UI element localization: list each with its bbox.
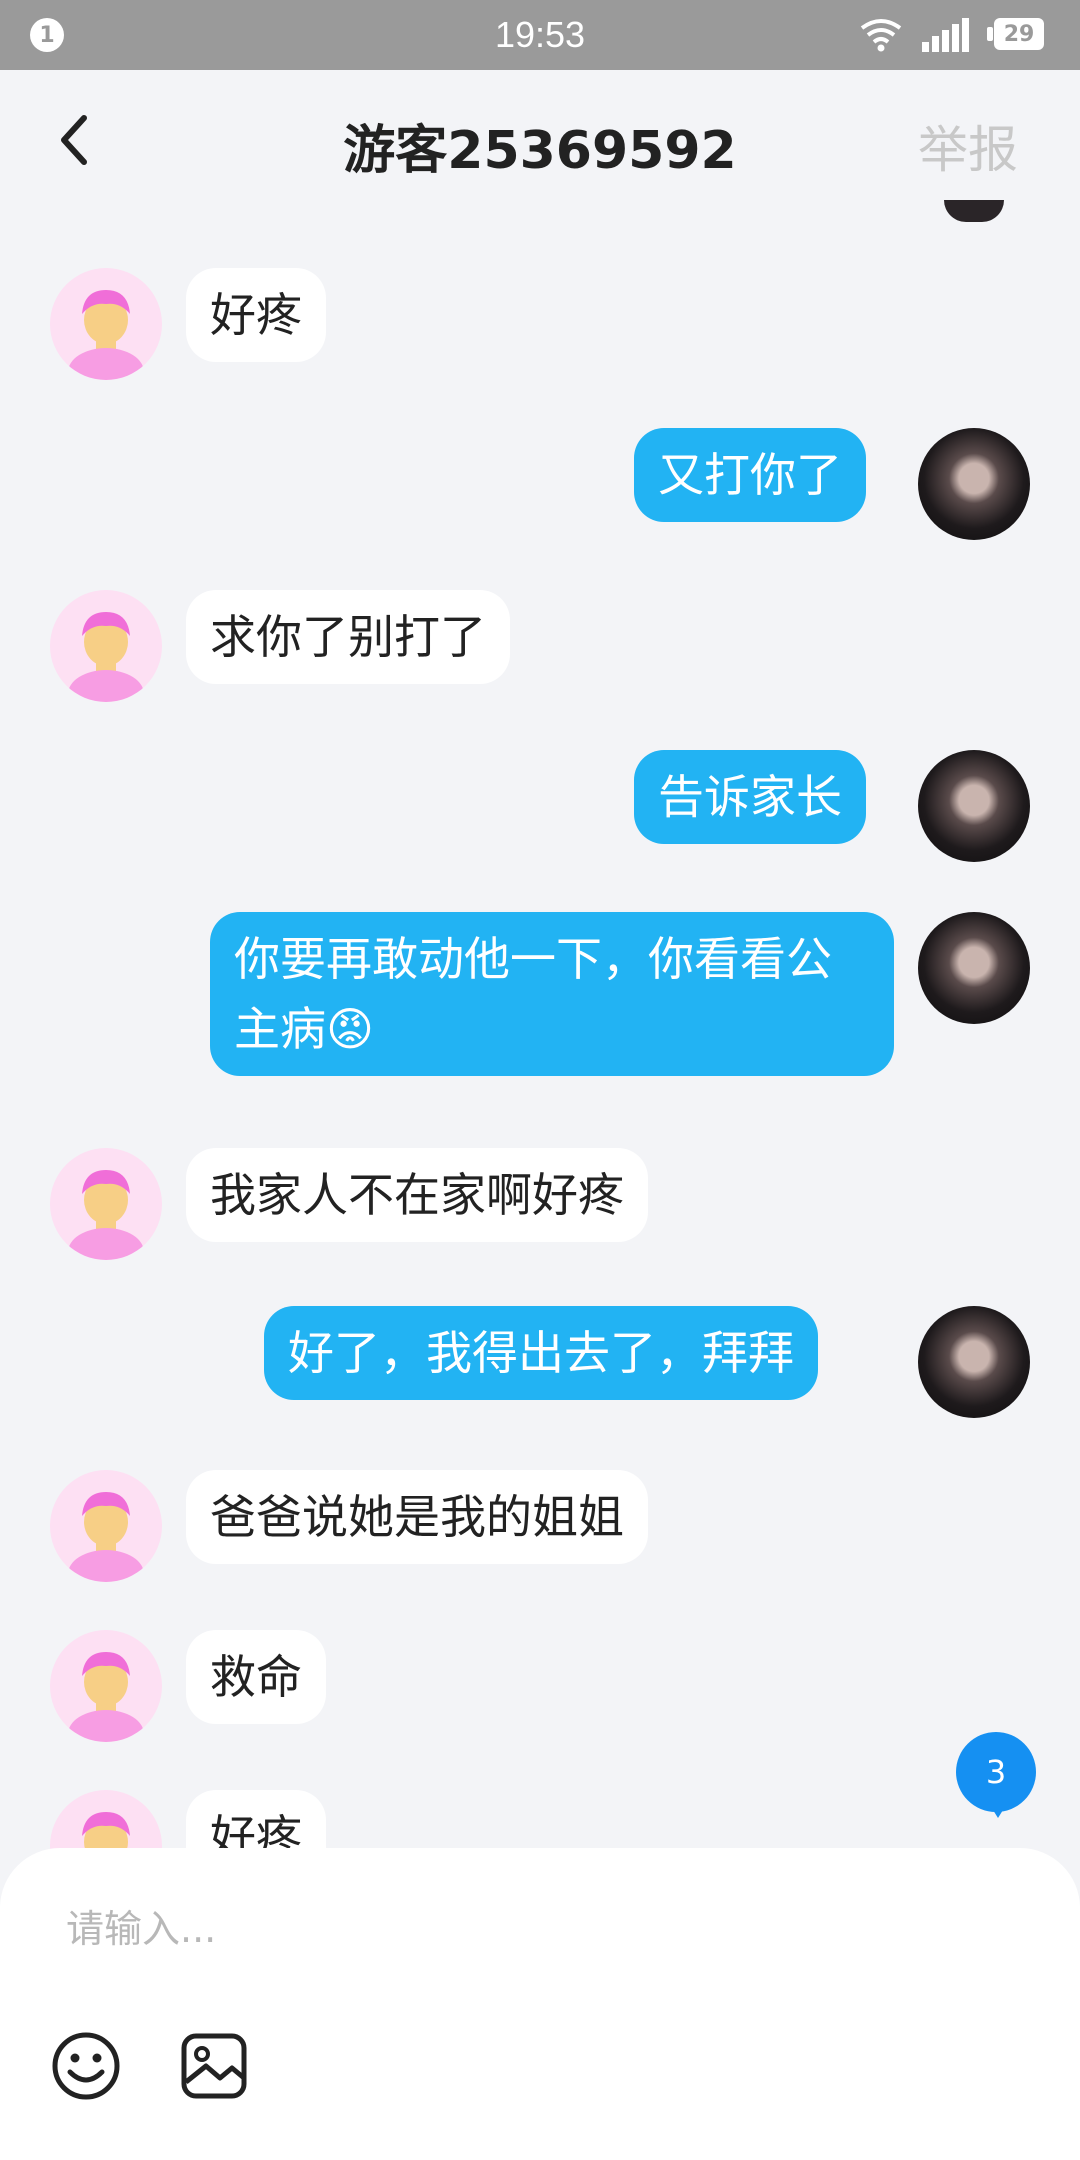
partial-avatar [944,200,1004,222]
user-avatar[interactable] [50,1470,162,1582]
message-bubble[interactable]: 好了，我得出去了，拜拜 [264,1306,818,1400]
my-avatar[interactable] [918,1306,1030,1418]
unread-count-badge[interactable]: 3 [956,1732,1036,1818]
status-time: 19:53 [494,14,586,55]
message-bubble[interactable]: 救命 [186,1630,326,1724]
image-icon[interactable] [178,2030,250,2102]
user-avatar[interactable] [50,590,162,702]
report-button[interactable]: 举报 [918,110,1018,182]
default-avatar-icon [68,612,144,702]
message-bubble[interactable]: 我家人不在家啊好疼 [186,1148,648,1242]
user-avatar[interactable] [50,1630,162,1742]
message-bubble[interactable]: 爸爸说她是我的姐姐 [186,1470,648,1564]
message-bubble[interactable]: 告诉家长 [634,750,866,844]
message-bubble[interactable]: 你要再敢动他一下，你看看公主病😡 [210,912,894,1076]
battery-icon: 29 [987,18,1044,50]
my-avatar[interactable] [918,750,1030,862]
message-bubble[interactable]: 又打你了 [634,428,866,522]
message-input[interactable] [64,1898,968,1960]
signal-icon [922,18,969,52]
my-avatar[interactable] [918,912,1030,1024]
user-avatar[interactable] [50,1148,162,1260]
default-avatar-icon [68,290,144,380]
my-avatar[interactable] [918,428,1030,540]
default-avatar-icon [68,1170,144,1260]
wifi-icon [860,19,902,52]
input-panel [0,1848,1080,2160]
status-bar: 1 19:53 29 [0,0,1080,70]
default-avatar-icon [68,1492,144,1582]
message-bubble[interactable]: 求你了别打了 [186,590,510,684]
default-avatar-icon [68,1652,144,1742]
user-avatar[interactable] [50,268,162,380]
smiley-icon[interactable] [50,2030,122,2102]
chat-header: 游客25369592 举报 [0,70,1080,210]
message-bubble[interactable]: 好疼 [186,268,326,362]
